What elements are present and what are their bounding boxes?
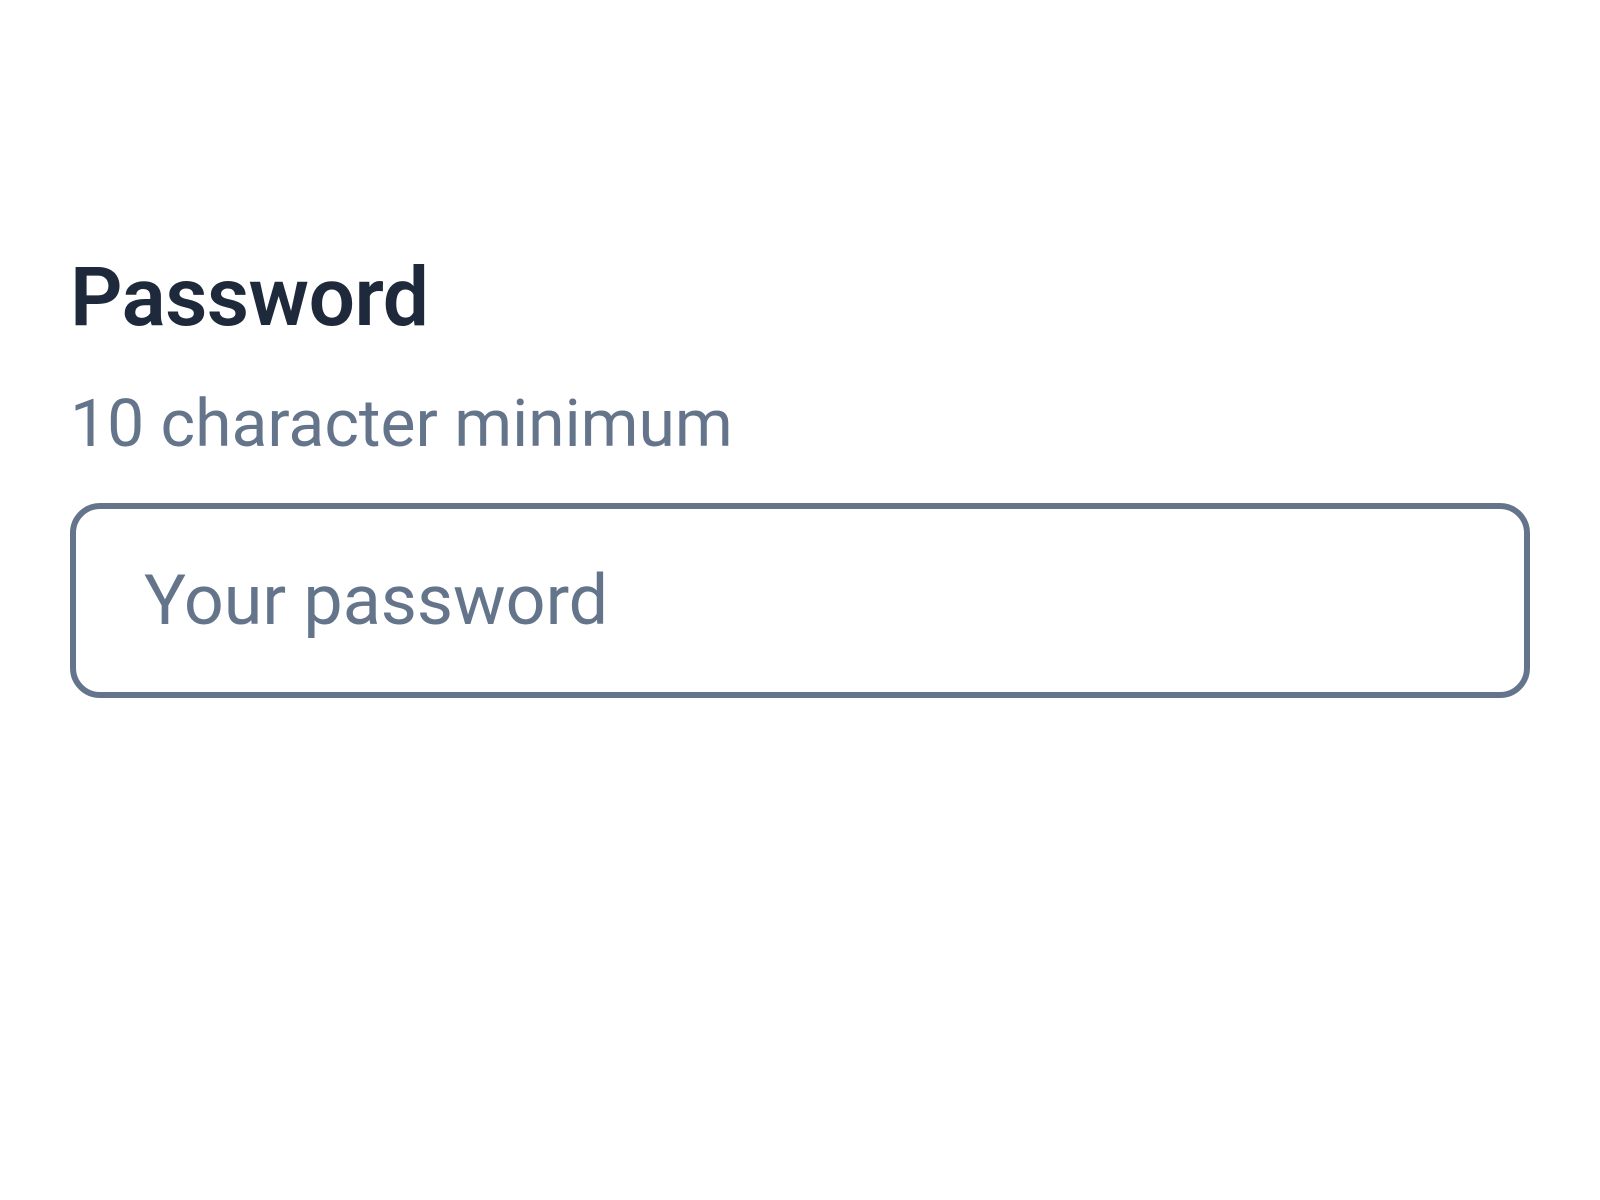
password-input[interactable] xyxy=(70,503,1530,698)
password-label: Password xyxy=(70,250,1530,346)
password-form-group: Password 10 character minimum xyxy=(70,250,1530,698)
password-hint: 10 character minimum xyxy=(70,386,1530,463)
